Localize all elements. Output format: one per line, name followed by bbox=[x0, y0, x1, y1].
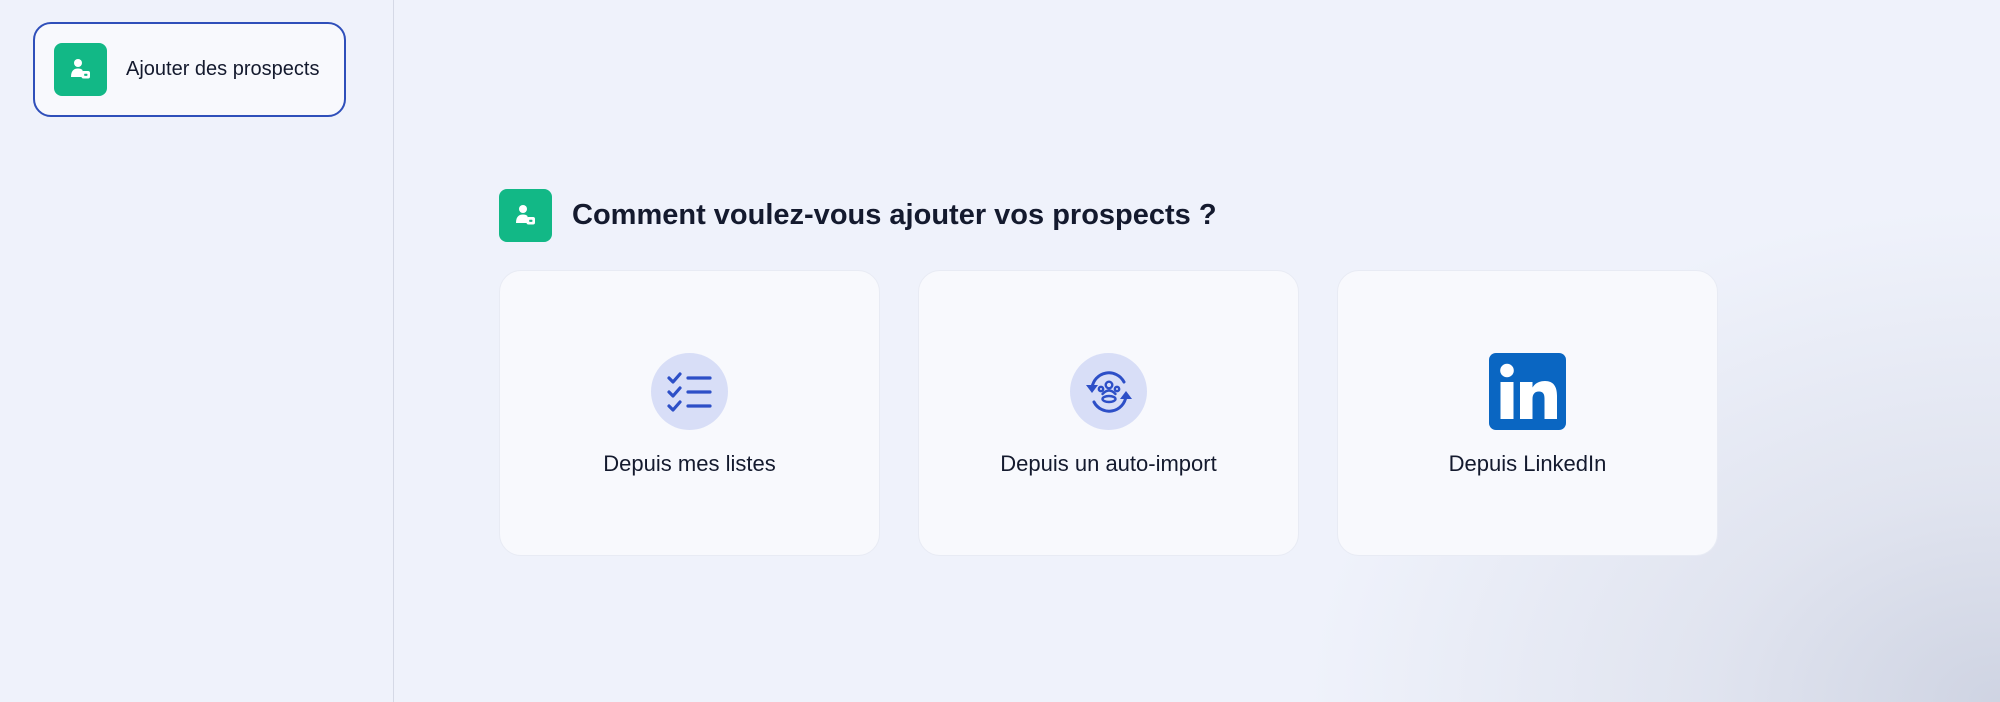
icon-circle bbox=[1070, 353, 1147, 430]
page-title: Comment voulez-vous ajouter vos prospect… bbox=[572, 199, 1217, 231]
source-options: Depuis mes listes Depuis un auto-import … bbox=[499, 270, 1718, 556]
user-add-icon bbox=[515, 204, 535, 224]
option-card-linkedin[interactable]: Depuis LinkedIn bbox=[1337, 270, 1718, 556]
option-label: Depuis LinkedIn bbox=[1448, 451, 1607, 476]
user-add-icon bbox=[70, 58, 90, 78]
sync-users-icon bbox=[1085, 370, 1132, 413]
sidebar: Ajouter des prospects bbox=[0, 0, 394, 702]
option-label: Depuis un auto-import bbox=[1000, 451, 1217, 476]
icon-circle bbox=[651, 353, 728, 430]
option-card-lists[interactable]: Depuis mes listes bbox=[499, 270, 880, 556]
step-icon-badge bbox=[54, 43, 107, 96]
linkedin-logo bbox=[1489, 353, 1566, 430]
option-card-auto-import[interactable]: Depuis un auto-import bbox=[918, 270, 1299, 556]
sidebar-step-add-prospects[interactable]: Ajouter des prospects bbox=[33, 22, 346, 117]
option-label: Depuis mes listes bbox=[603, 451, 776, 476]
question-header: Comment voulez-vous ajouter vos prospect… bbox=[499, 189, 1217, 242]
header-icon-badge bbox=[499, 189, 552, 242]
main-content: Comment voulez-vous ajouter vos prospect… bbox=[395, 0, 2000, 702]
sidebar-step-label: Ajouter des prospects bbox=[126, 58, 320, 80]
checklist-icon bbox=[666, 371, 712, 412]
linkedin-icon bbox=[1489, 353, 1566, 430]
